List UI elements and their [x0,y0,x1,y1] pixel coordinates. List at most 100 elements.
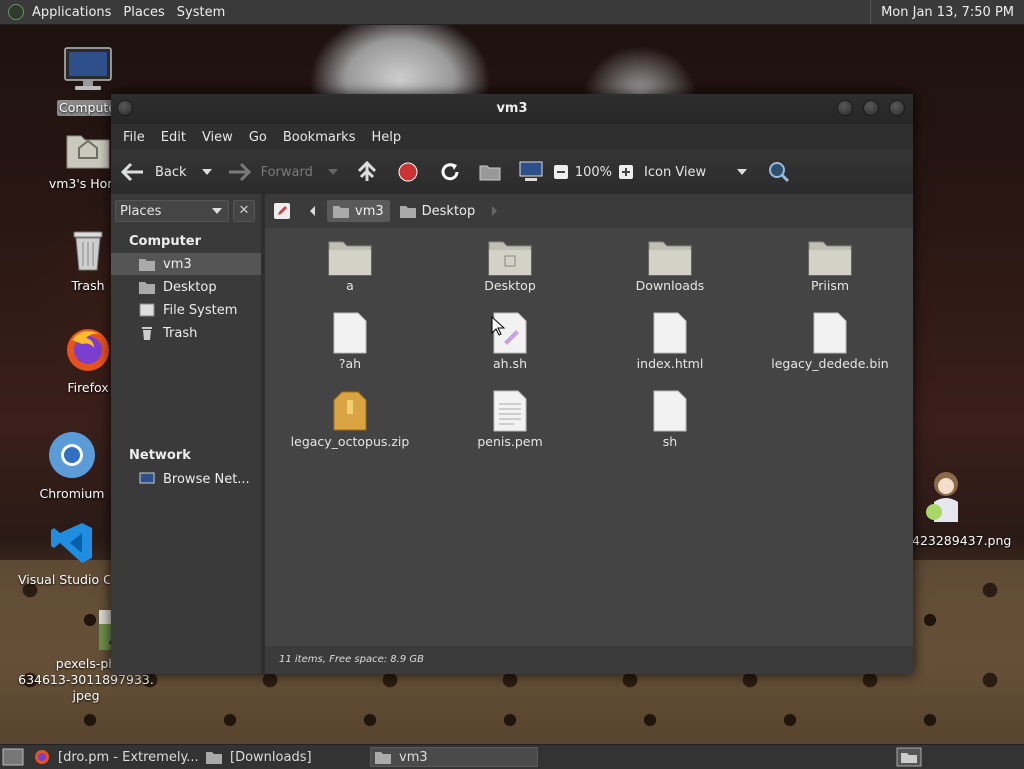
file-name: legacy_octopus.zip [290,434,410,449]
sidebar-item-label: Browse Net... [163,471,250,487]
sidebar-item-trash[interactable]: Trash [111,322,261,344]
file-item-desktop[interactable]: Desktop [435,238,585,294]
sidebar-item-label: File System [163,302,238,318]
zoom-level[interactable]: 100% [575,165,612,180]
taskbar-item-vm3[interactable]: vm3 [370,747,538,767]
blank-file-icon [653,312,687,354]
back-label: Back [155,164,187,180]
search-icon[interactable] [768,161,790,183]
file-name: sh [662,434,678,449]
taskbar-item-downloads[interactable]: [Downloads] [206,747,366,767]
forward-label: Forward [260,164,313,180]
file-name: Priism [810,278,850,293]
file-name: legacy_dedede.bin [771,356,889,371]
computer-icon[interactable] [519,161,543,183]
file-item-a[interactable]: a [275,238,425,294]
menu-file[interactable]: File [115,130,153,145]
minimize-button[interactable] [837,100,853,116]
back-arrow-icon [121,162,143,182]
back-history-dropdown-icon[interactable] [201,168,213,176]
text-file-icon [493,390,527,432]
folder-icon [808,241,852,276]
file-item-downloads[interactable]: Downloads [595,238,745,294]
stop-icon[interactable] [397,161,419,183]
blank-file-icon [813,312,847,354]
window-titlebar[interactable]: vm3 [111,94,913,124]
file-name: Downloads [635,278,705,293]
file-name: ?ah [338,356,362,371]
file-item-priism[interactable]: Priism [755,238,905,294]
clock[interactable]: Mon Jan 13, 7:50 PM [870,0,1024,24]
desktop-folder-icon [139,282,155,294]
menu-edit[interactable]: Edit [153,130,194,145]
blank-file-icon [333,312,367,354]
trash-icon [142,327,152,340]
pathbar-crumb-desktop[interactable]: Desktop [394,200,482,222]
file-item-sh[interactable]: sh [595,390,745,450]
file-item-index-html[interactable]: index.html [595,312,745,372]
toolbar: Back Forward 100% Icon View [111,150,913,194]
file-item-ah-sh[interactable]: ah.sh [435,312,585,372]
system-menu[interactable]: System [173,5,233,20]
sidebar-item-browse-network[interactable]: Browse Net... [111,468,261,490]
sidebar-item-label: Desktop [163,279,217,295]
zoom-in-icon[interactable] [618,164,634,180]
file-item-legacy-dedede-bin[interactable]: legacy_dedede.bin [755,312,905,372]
path-right-arrow-icon[interactable] [489,202,501,220]
desktop-label: 423289437.png [912,533,1012,548]
file-item-penis-pem[interactable]: penis.pem [435,390,585,450]
forward-arrow-icon [228,162,251,182]
menu-view[interactable]: View [194,130,241,145]
sidebar-item-vm3[interactable]: vm3 [111,253,261,275]
top-panel-menus: Applications Places System [0,0,233,24]
file-name: ah.sh [493,356,527,371]
applications-menu[interactable]: Applications [32,5,119,20]
file-icon-view[interactable]: a Desktop Downloads Priism ?ah ah.sh ind… [265,228,913,646]
up-arrow-icon[interactable] [357,161,377,183]
places-menu[interactable]: Places [119,5,172,20]
file-item-legacy-octopus-zip[interactable]: legacy_octopus.zip [275,390,425,450]
forward-button[interactable]: Forward [227,150,313,194]
desktop-icon-png[interactable]: 423289437.png [912,468,1024,549]
desktop-folder-icon [399,205,416,218]
reload-icon[interactable] [439,161,461,183]
menu-bookmarks[interactable]: Bookmarks [275,130,364,145]
crumb-label: vm3 [355,203,384,219]
forward-history-dropdown-icon[interactable] [327,168,339,176]
close-button[interactable] [889,100,905,116]
bottom-panel: [dro.pm - Extremely... [Downloads] vm3 [0,744,1024,769]
path-left-arrow-icon[interactable] [305,202,321,220]
home-folder-icon[interactable] [479,163,501,181]
desktop-icon-vscode[interactable]: Visual Studio Code [18,520,114,588]
maximize-button[interactable] [863,100,879,116]
desktop-folder-icon [488,241,532,276]
file-item-qah[interactable]: ?ah [275,312,425,372]
pathbar-crumb-vm3[interactable]: vm3 [327,200,390,222]
show-desktop-icon[interactable] [2,748,24,766]
taskbar-item-firefox[interactable]: [dro.pm - Extremely... [34,747,204,767]
back-button[interactable]: Back [121,150,187,194]
folder-icon [328,241,372,276]
menu-go[interactable]: Go [241,130,275,145]
desktop-label: Computer [57,100,119,116]
desktop-icon-chromium[interactable]: Chromium [27,430,117,502]
distro-logo-icon[interactable] [8,4,24,20]
sidebar-item-label: Trash [163,325,198,341]
desktop-label-line2: 634613-3011897933. [18,672,154,687]
menu-help[interactable]: Help [363,130,409,145]
file-name: a [346,278,354,293]
view-mode-select[interactable]: Icon View [644,165,734,180]
view-mode-dropdown-icon[interactable] [736,168,748,176]
zoom-out-icon[interactable] [553,164,569,180]
network-icon [139,472,155,484]
sidebar-close-button[interactable]: ✕ [233,200,255,222]
edit-location-icon[interactable] [273,202,291,220]
home-folder-icon [66,135,110,169]
taskbar-label: [Downloads] [230,749,312,765]
sidebar-item-filesystem[interactable]: File System [111,299,261,321]
workspace-switcher-icon[interactable] [896,747,922,767]
sidebar-item-desktop[interactable]: Desktop [111,276,261,298]
sidebar-places-combo[interactable]: Places [115,200,229,222]
trash-icon [73,231,103,271]
home-folder-icon [375,752,391,764]
